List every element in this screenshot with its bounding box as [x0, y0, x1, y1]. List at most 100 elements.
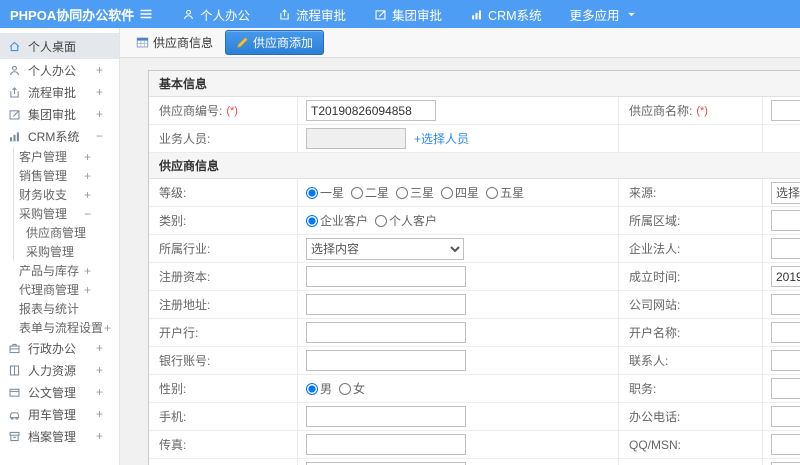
radio-option[interactable]: 五星 [486, 184, 524, 201]
radio-option[interactable]: 四星 [441, 184, 479, 201]
field-label-text: 等级: [159, 186, 187, 200]
expand-plus-icon[interactable]: + [84, 169, 91, 183]
expand-plus-icon[interactable]: + [84, 150, 91, 164]
expand-plus-icon[interactable]: + [84, 283, 91, 297]
field-label-text: 银行账号: [159, 354, 211, 368]
form-row: 开户行: 开户名称: [149, 319, 800, 347]
hamburger-icon[interactable] [138, 6, 154, 22]
tab-bar: 供应商信息 供应商添加 [120, 28, 800, 58]
sidebar-item[interactable]: 销售管理 + [0, 166, 119, 185]
radio-input[interactable] [306, 382, 318, 395]
sidebar-item[interactable]: 人力资源 + [0, 359, 119, 381]
radio-input[interactable] [351, 186, 364, 199]
expand-plus-icon[interactable]: + [104, 321, 111, 335]
expand-plus-icon[interactable]: + [84, 264, 91, 278]
topnav-item[interactable]: CRM系统 [456, 0, 555, 28]
text-input[interactable] [771, 294, 800, 315]
text-input[interactable] [306, 100, 436, 121]
expand-plus-icon[interactable]: + [96, 407, 103, 421]
expand-plus-icon[interactable]: + [96, 385, 103, 399]
topnav-item[interactable]: 个人办公 [168, 0, 264, 28]
picker-input[interactable] [306, 128, 406, 149]
expand-plus-icon[interactable]: + [96, 363, 103, 377]
expand-plus-icon[interactable]: + [96, 107, 103, 121]
radio-option[interactable]: 二星 [351, 184, 389, 201]
radio-label: 男 [320, 382, 333, 396]
topbar: PHPOA协同办公软件 个人办公 流程审批 集团审批 CRM系统 更多应用 [0, 0, 800, 28]
text-input[interactable] [771, 434, 800, 455]
sidebar-item[interactable]: 客户管理 + [0, 147, 119, 166]
sidebar-item[interactable]: 个人办公 + [0, 59, 119, 81]
sidebar-item[interactable]: 公文管理 + [0, 381, 119, 403]
text-input[interactable] [771, 100, 800, 121]
radio-option[interactable]: 企业客户 [306, 212, 368, 229]
sidebar-item[interactable]: 集团审批 + [0, 103, 119, 125]
sidebar-item[interactable]: 采购管理 − [0, 204, 119, 223]
radio-input[interactable] [339, 382, 352, 395]
radio-option[interactable]: 三星 [396, 184, 434, 201]
topnav-item[interactable]: 更多应用 [556, 0, 652, 28]
select-input[interactable]: 选择内容 [771, 181, 800, 204]
sidebar-item[interactable]: 流程审批 + [0, 81, 119, 103]
topnav-item[interactable]: 流程审批 [264, 0, 360, 28]
text-input[interactable] [771, 378, 800, 399]
text-input[interactable] [771, 266, 800, 287]
text-input[interactable] [306, 266, 466, 287]
text-input[interactable] [771, 210, 800, 231]
expand-plus-icon[interactable]: + [96, 429, 103, 443]
sidebar-item[interactable]: 档案管理 + [0, 425, 119, 447]
radio-input[interactable] [306, 186, 318, 199]
field-cell [763, 291, 800, 318]
text-input[interactable] [306, 294, 466, 315]
text-input[interactable] [771, 238, 800, 259]
text-input[interactable] [771, 406, 800, 427]
text-input[interactable] [306, 434, 466, 455]
sidebar-item[interactable]: 报表与统计 [0, 299, 119, 318]
sidebar-item[interactable]: 采购管理 [0, 242, 119, 261]
tab-supplier-info[interactable]: 供应商信息 [130, 31, 219, 54]
topnav-item[interactable]: 集团审批 [360, 0, 456, 28]
collapse-minus-icon[interactable]: − [96, 129, 103, 143]
supplier-add-form: 基本信息供应商编号:(*)供应商名称:(*)业务人员:+选择人员供应商信息等级:… [148, 70, 800, 465]
tab-label: 供应商添加 [253, 36, 314, 50]
expand-plus-icon[interactable]: + [96, 85, 103, 99]
radio-option[interactable]: 女 [339, 380, 365, 397]
text-input[interactable] [771, 322, 800, 343]
radio-input[interactable] [396, 186, 409, 199]
text-input[interactable] [306, 350, 466, 371]
sidebar-item-label: 报表与统计 [19, 302, 80, 316]
radio-option[interactable]: 一星 [306, 184, 344, 201]
field-label: 业务人员: [149, 125, 298, 152]
sidebar-item[interactable]: CRM系统 − [0, 125, 119, 147]
radio-option[interactable]: 男 [306, 380, 332, 397]
sidebar-item[interactable]: 代理商管理 + [0, 280, 119, 299]
topnav-item-label: 集团审批 [392, 8, 443, 23]
sidebar-item[interactable]: 个人桌面 [0, 33, 119, 59]
expand-plus-icon[interactable]: + [96, 63, 103, 77]
text-input[interactable] [306, 322, 466, 343]
sidebar-item[interactable]: 表单与流程设置 + [0, 318, 119, 337]
collapse-minus-icon[interactable]: − [84, 207, 91, 221]
chart-icon [8, 130, 21, 143]
text-input[interactable] [306, 406, 466, 427]
field-cell: 男女 [298, 375, 619, 402]
radio-input[interactable] [306, 214, 318, 227]
tab-supplier-add[interactable]: 供应商添加 [225, 30, 325, 55]
sidebar-item[interactable]: 供应商管理 [0, 223, 119, 242]
field-label-text: 所属行业: [159, 242, 211, 256]
choose-person-link[interactable]: +选择人员 [414, 130, 469, 147]
sidebar-item[interactable]: 财务收支 + [0, 185, 119, 204]
radio-input[interactable] [441, 186, 454, 199]
select-input[interactable]: 选择内容 [306, 237, 464, 260]
radio-input[interactable] [375, 214, 388, 227]
sidebar-item[interactable]: 用车管理 + [0, 403, 119, 425]
field-cell [298, 97, 619, 124]
topnav-item-label: 个人办公 [200, 8, 251, 23]
radio-option[interactable]: 个人客户 [375, 212, 437, 229]
radio-input[interactable] [486, 186, 499, 199]
sidebar-item[interactable]: 产品与库存 + [0, 261, 119, 280]
sidebar-item[interactable]: 行政办公 + [0, 337, 119, 359]
text-input[interactable] [771, 350, 800, 371]
expand-plus-icon[interactable]: + [84, 188, 91, 202]
expand-plus-icon[interactable]: + [96, 341, 103, 355]
